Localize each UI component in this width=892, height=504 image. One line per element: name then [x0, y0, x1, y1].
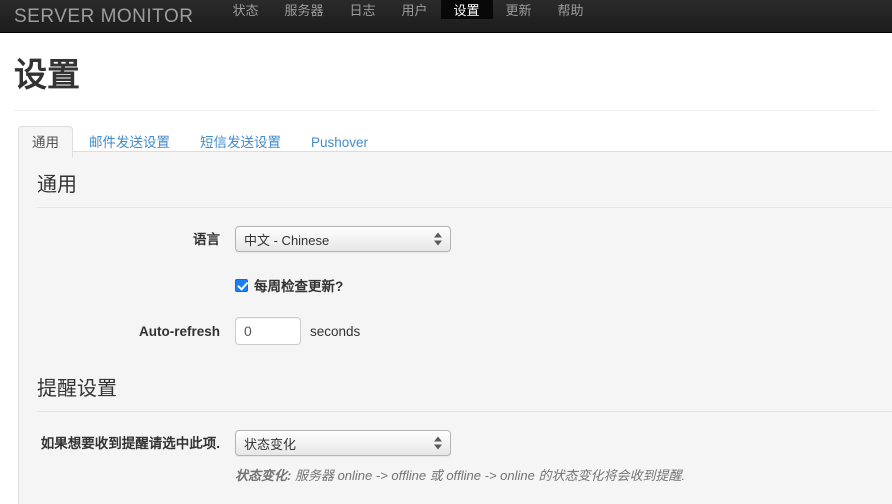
tab-email-settings[interactable]: 邮件发送设置	[75, 126, 184, 158]
nav-item-settings: 设置	[440, 0, 493, 32]
chevron-updown-icon	[434, 436, 443, 451]
language-label: 语言	[193, 231, 220, 247]
form-group-language: 语言 中文 - Chinese	[19, 224, 892, 254]
auto-refresh-input[interactable]	[235, 317, 301, 346]
auto-refresh-control: seconds	[235, 317, 361, 346]
tab-sms-item: 短信发送设置	[186, 133, 297, 152]
language-select-value: 中文 - Chinese	[244, 232, 330, 248]
top-navbar: SERVER MONITOR 状态 服务器 日志 用户 设置 更新 帮助	[0, 0, 892, 33]
brand-logo[interactable]: SERVER MONITOR	[0, 0, 205, 32]
alert-type-label: 如果想要收到提醒请选中此项.	[40, 435, 220, 451]
help-spacer	[19, 467, 235, 485]
settings-tabs: 通用 邮件发送设置 短信发送设置 Pushover	[18, 126, 892, 159]
language-select[interactable]: 中文 - Chinese	[235, 226, 451, 253]
nav-item-users: 用户	[389, 0, 441, 32]
alert-type-help-body: 服务器 online -> offline 或 offline -> onlin…	[291, 468, 686, 484]
nav-link-status[interactable]: 状态	[219, 0, 271, 19]
nav-item-logs: 日志	[336, 0, 388, 32]
alert-type-help-text: 状态变化: 服务器 online -> offline 或 offline ->…	[235, 467, 685, 485]
tab-sms-settings[interactable]: 短信发送设置	[186, 126, 295, 158]
page-title: 设置	[14, 56, 80, 93]
alert-type-select[interactable]: 状态变化	[235, 430, 451, 457]
alert-type-control: 状态变化	[235, 430, 451, 457]
page-header: 设置	[14, 56, 878, 112]
tab-pushover-item: Pushover	[297, 133, 384, 152]
alert-type-help-strong: 状态变化:	[235, 468, 292, 484]
form-group-update-check: 每周检查更新?	[19, 270, 892, 300]
weekly-update-label: 每周检查更新?	[254, 279, 344, 295]
alert-type-select-value: 状态变化	[244, 436, 297, 452]
nav-link-update[interactable]: 更新	[493, 0, 545, 19]
section-heading-alerts: 提醒设置	[37, 376, 892, 413]
update-check-control[interactable]: 每周检查更新?	[235, 275, 343, 295]
tab-general-item: 通用	[18, 126, 75, 159]
auto-refresh-unit: seconds	[310, 323, 361, 339]
nav-link-logs[interactable]: 日志	[336, 0, 388, 19]
language-control: 中文 - Chinese	[235, 226, 451, 253]
form-group-auto-refresh: Auto-refresh seconds	[19, 316, 892, 346]
nav-link-settings[interactable]: 设置	[440, 0, 493, 19]
auto-refresh-label: Auto-refresh	[138, 323, 220, 339]
weekly-update-checkbox[interactable]	[235, 278, 248, 292]
nav-link-users[interactable]: 用户	[389, 0, 441, 19]
chevron-updown-icon	[434, 232, 443, 247]
nav-item-help: 帮助	[545, 0, 597, 32]
form-group-alert-type: 如果想要收到提醒请选中此项. 状态变化	[19, 428, 892, 458]
alert-type-help-row: 状态变化: 服务器 online -> offline 或 offline ->…	[19, 467, 892, 485]
nav-item-servers: 服务器	[271, 0, 336, 32]
tab-pushover[interactable]: Pushover	[297, 126, 382, 158]
nav-item-update: 更新	[493, 0, 545, 32]
settings-panel: 通用 语言 中文 - Chinese 每周检查更新? Auto-refresh …	[18, 151, 892, 504]
tab-email-item: 邮件发送设置	[75, 133, 186, 152]
tab-general[interactable]: 通用	[18, 126, 73, 159]
nav-link-help[interactable]: 帮助	[545, 0, 597, 19]
nav-link-servers[interactable]: 服务器	[271, 0, 336, 19]
nav-item-status: 状态	[219, 0, 271, 32]
main-navigation: 状态 服务器 日志 用户 设置 更新 帮助	[219, 0, 596, 32]
section-heading-general: 通用	[37, 172, 892, 209]
